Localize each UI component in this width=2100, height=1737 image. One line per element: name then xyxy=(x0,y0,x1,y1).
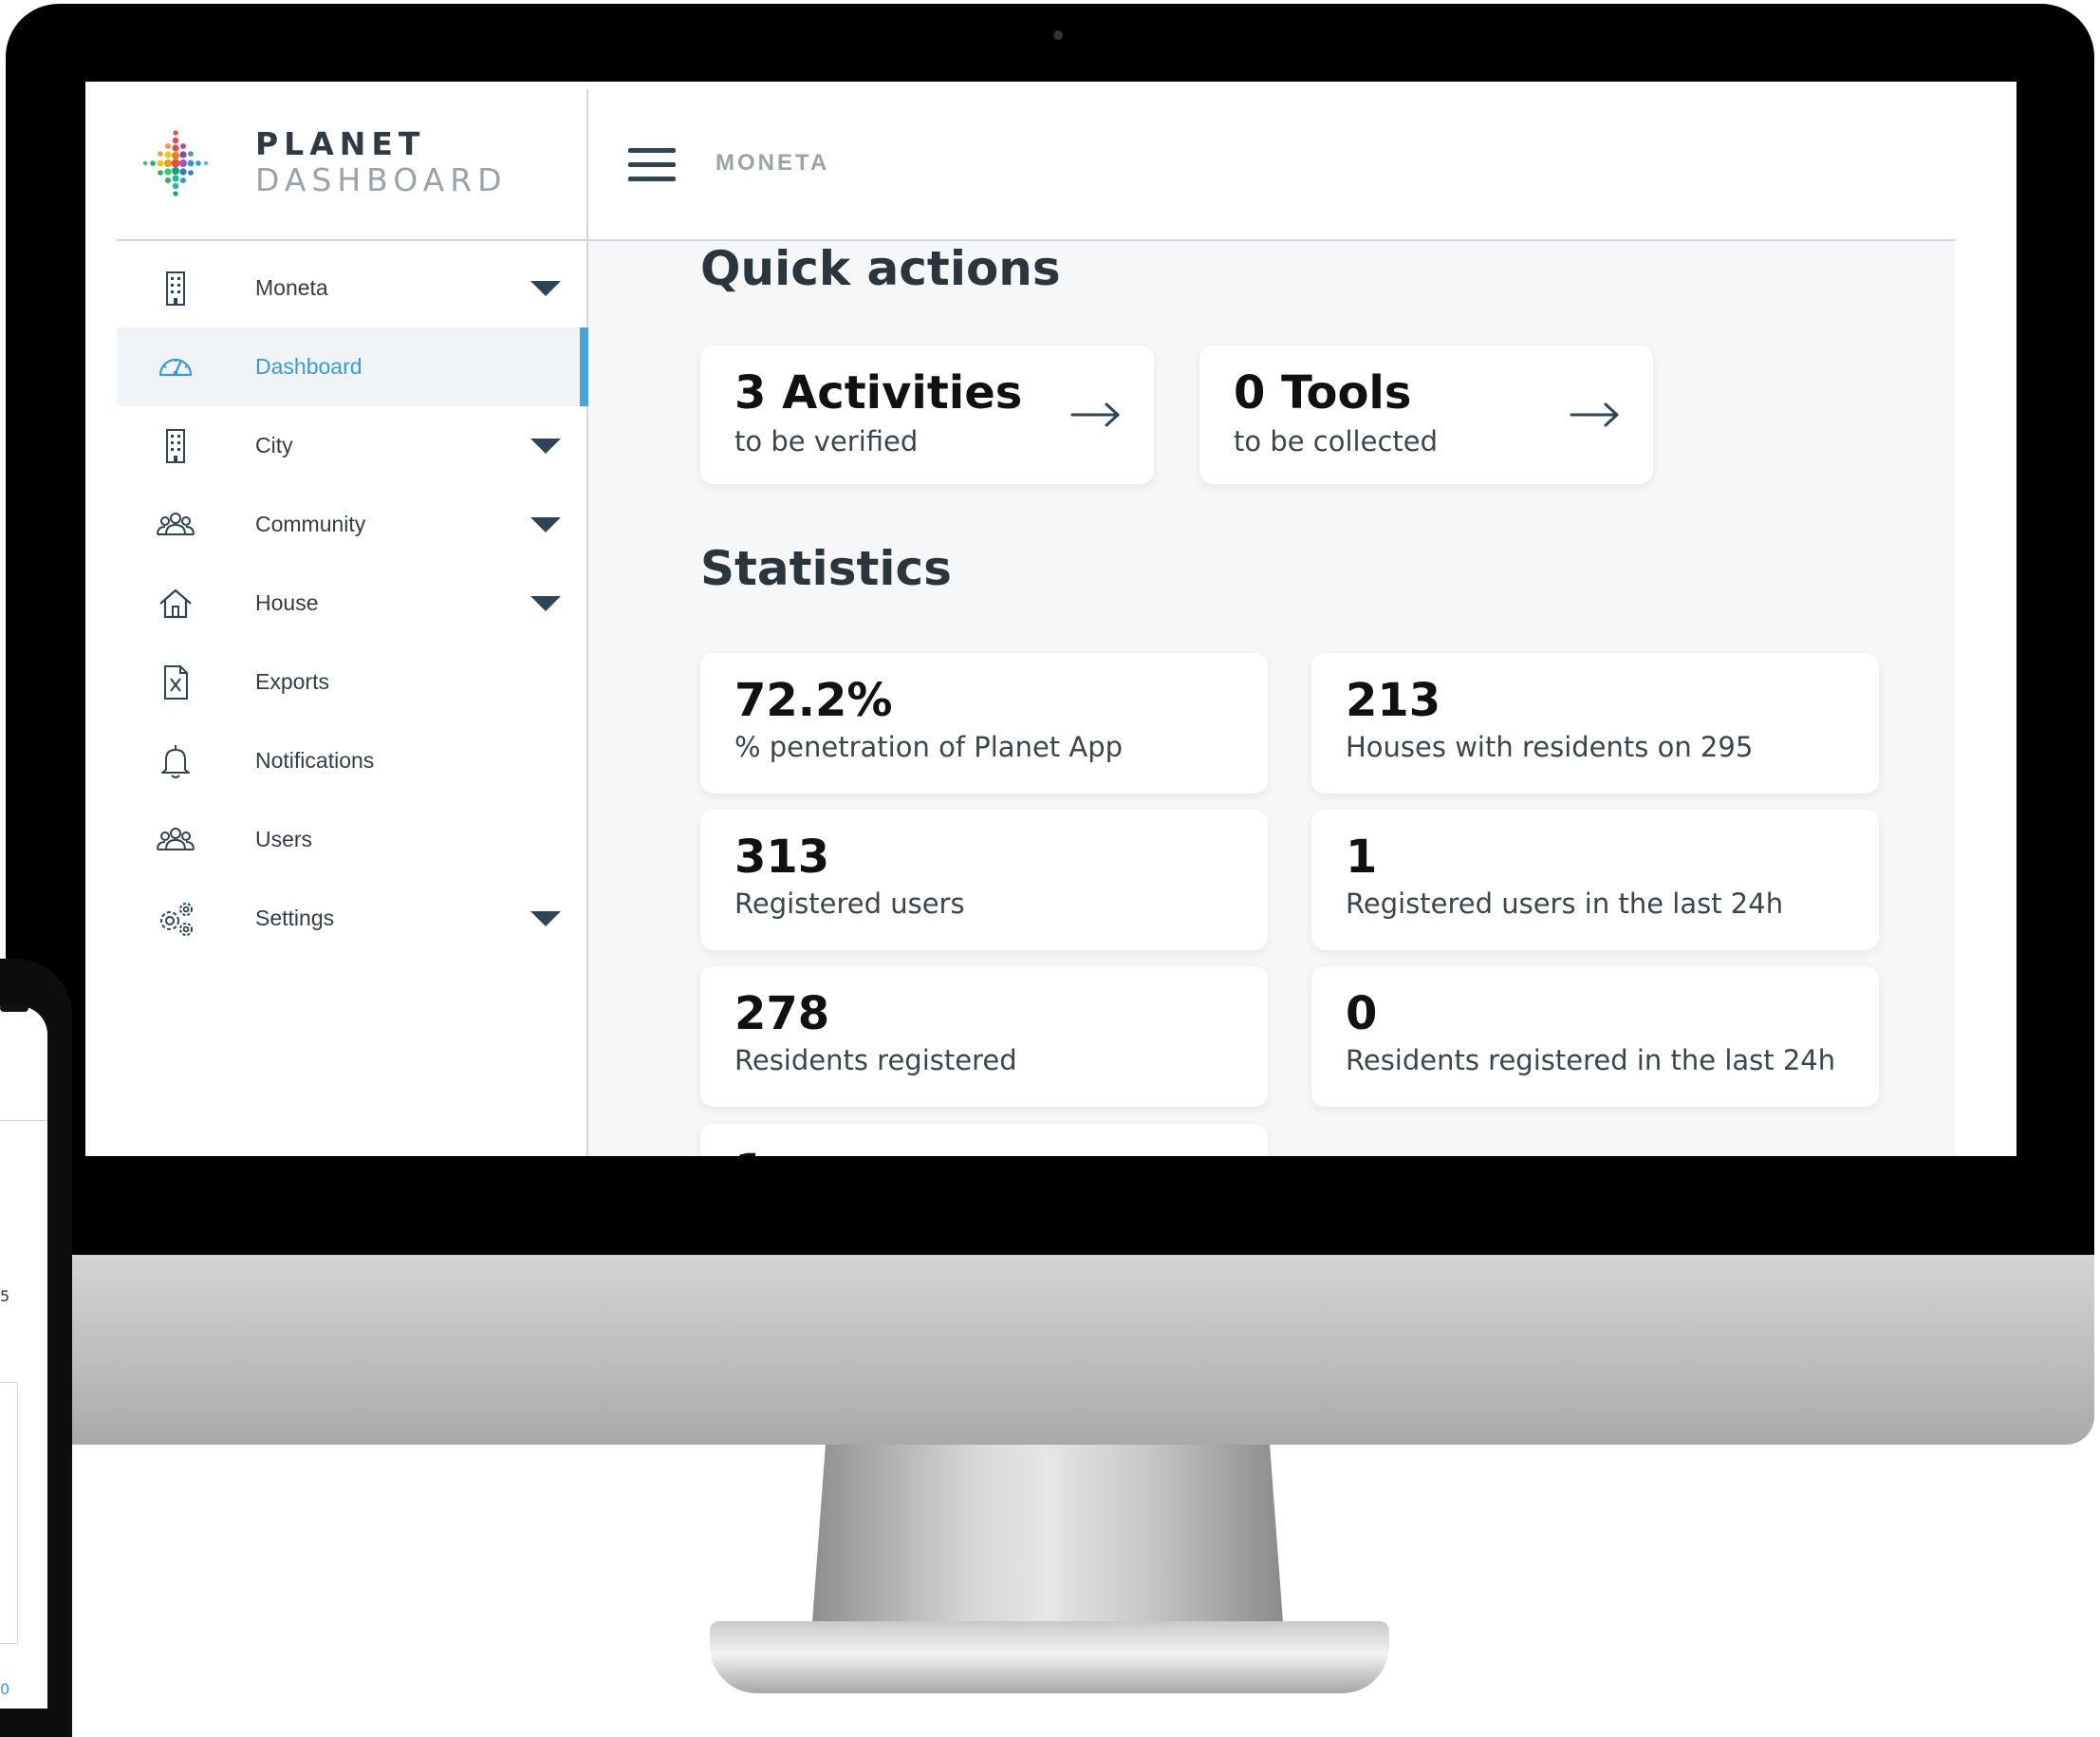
stat-value: 313 xyxy=(734,831,830,884)
camera-dot xyxy=(1053,30,1063,40)
planet-logo-icon xyxy=(142,130,209,196)
top-bar: MONETA xyxy=(588,82,1955,241)
stat-card: 1 Registered users in the last 24h xyxy=(1311,810,1879,950)
quick-action-value: 0 Tools xyxy=(1234,366,1412,420)
stat-caption: Houses with residents on 295 xyxy=(1346,731,1754,763)
phone-link[interactable]: 0 xyxy=(0,1680,9,1698)
stat-card: 278 Residents registered xyxy=(700,966,1268,1107)
stat-caption: % penetration of Planet App xyxy=(734,731,1124,763)
sidebar-item-label: Settings xyxy=(255,906,335,930)
sidebar-item-label: City xyxy=(255,433,293,458)
monitor-screen: PLANET DASHBOARD Moneta Dashboard City C… xyxy=(85,82,2016,1156)
sidebar-item-notifications[interactable]: Notifications xyxy=(117,721,586,800)
logo-text-dashboard: DASHBOARD xyxy=(255,161,508,198)
stat-value: 1 xyxy=(1346,831,1378,884)
arrow-right-icon xyxy=(1070,402,1120,427)
sidebar-item-label: Notifications xyxy=(255,748,375,773)
speedometer-icon xyxy=(158,358,193,377)
stat-card: 0 Residents registered in the last 24h xyxy=(1311,966,1879,1107)
sidebar-item-house[interactable]: House xyxy=(117,564,586,643)
logo-area: PLANET DASHBOARD xyxy=(117,89,586,241)
statistics-title: Statistics xyxy=(700,541,952,596)
stat-caption: Residents registered in the last 24h xyxy=(1346,1044,1836,1076)
sidebar-item-settings[interactable]: Settings xyxy=(117,879,586,958)
sidebar-item-moneta[interactable]: Moneta xyxy=(117,249,586,327)
phone-divider xyxy=(0,1120,47,1121)
sidebar-item-label: Dashboard xyxy=(255,354,362,379)
stat-caption: Registered users xyxy=(734,887,965,920)
quick-action-caption: to be verified xyxy=(734,425,919,458)
stat-value: 278 xyxy=(734,987,830,1040)
stat-value: 1 xyxy=(734,1145,766,1156)
group-icon xyxy=(157,828,195,850)
house-icon xyxy=(159,588,192,619)
sidebar-item-exports[interactable]: Exports xyxy=(117,643,586,721)
quick-action-activities[interactable]: 3 Activities to be verified xyxy=(700,346,1154,484)
sidebar-item-label: Moneta xyxy=(255,275,328,300)
monitor-stand-foot xyxy=(710,1621,1389,1693)
monitor-chin xyxy=(6,1255,2094,1445)
sidebar-item-community[interactable]: Community xyxy=(117,485,586,564)
stat-value: 213 xyxy=(1346,674,1441,727)
chevron-down-icon[interactable] xyxy=(530,281,561,296)
monitor-stand xyxy=(811,1445,1284,1634)
main-content: Quick actions 3 Activities to be verifie… xyxy=(588,241,1955,1156)
building-icon xyxy=(166,429,185,463)
stat-caption: Residents registered xyxy=(734,1044,1017,1076)
stat-value: 0 xyxy=(1346,987,1378,1040)
quick-actions-title: Quick actions xyxy=(700,241,1061,296)
sidebar-item-label: Community xyxy=(255,512,366,536)
sidebar-item-dashboard[interactable]: Dashboard xyxy=(117,327,588,406)
arrow-right-icon xyxy=(1570,402,1619,427)
sidebar-item-label: Users xyxy=(255,827,313,851)
quick-action-tools[interactable]: 0 Tools to be collected xyxy=(1199,346,1653,484)
stat-card: 72.2% % penetration of Planet App xyxy=(700,653,1268,794)
gears-icon xyxy=(160,903,193,936)
chevron-down-icon[interactable] xyxy=(530,439,561,454)
stat-card: 213 Houses with residents on 295 xyxy=(1311,653,1879,794)
excel-file-icon xyxy=(164,665,188,700)
quick-action-caption: to be collected xyxy=(1234,425,1439,458)
sidebar-nav: Moneta Dashboard City Community House Ex… xyxy=(117,249,588,958)
chevron-down-icon[interactable] xyxy=(530,596,561,611)
hamburger-icon[interactable] xyxy=(628,148,676,182)
building-icon xyxy=(166,271,185,306)
bell-icon xyxy=(161,745,190,778)
sidebar-item-label: House xyxy=(255,590,319,615)
stat-caption: Registered users in the last 24h xyxy=(1346,887,1784,920)
chevron-down-icon[interactable] xyxy=(530,517,561,532)
phone-notch xyxy=(0,1004,28,1012)
phone-card xyxy=(0,1382,18,1644)
phone-text: 5 xyxy=(0,1287,10,1305)
logo-text-planet: PLANET xyxy=(255,125,426,162)
stat-card: 1 xyxy=(700,1124,1268,1156)
sidebar-item-users[interactable]: Users xyxy=(117,800,586,879)
page-title: MONETA xyxy=(715,150,830,176)
sidebar: PLANET DASHBOARD Moneta Dashboard City C… xyxy=(117,89,588,1156)
chevron-down-icon[interactable] xyxy=(530,911,561,926)
sidebar-item-city[interactable]: City xyxy=(117,406,586,485)
group-icon xyxy=(157,513,195,535)
quick-action-value: 3 Activities xyxy=(734,366,1023,420)
sidebar-item-label: Exports xyxy=(255,669,329,694)
stat-value: 72.2% xyxy=(734,674,893,727)
stat-card: 313 Registered users xyxy=(700,810,1268,950)
